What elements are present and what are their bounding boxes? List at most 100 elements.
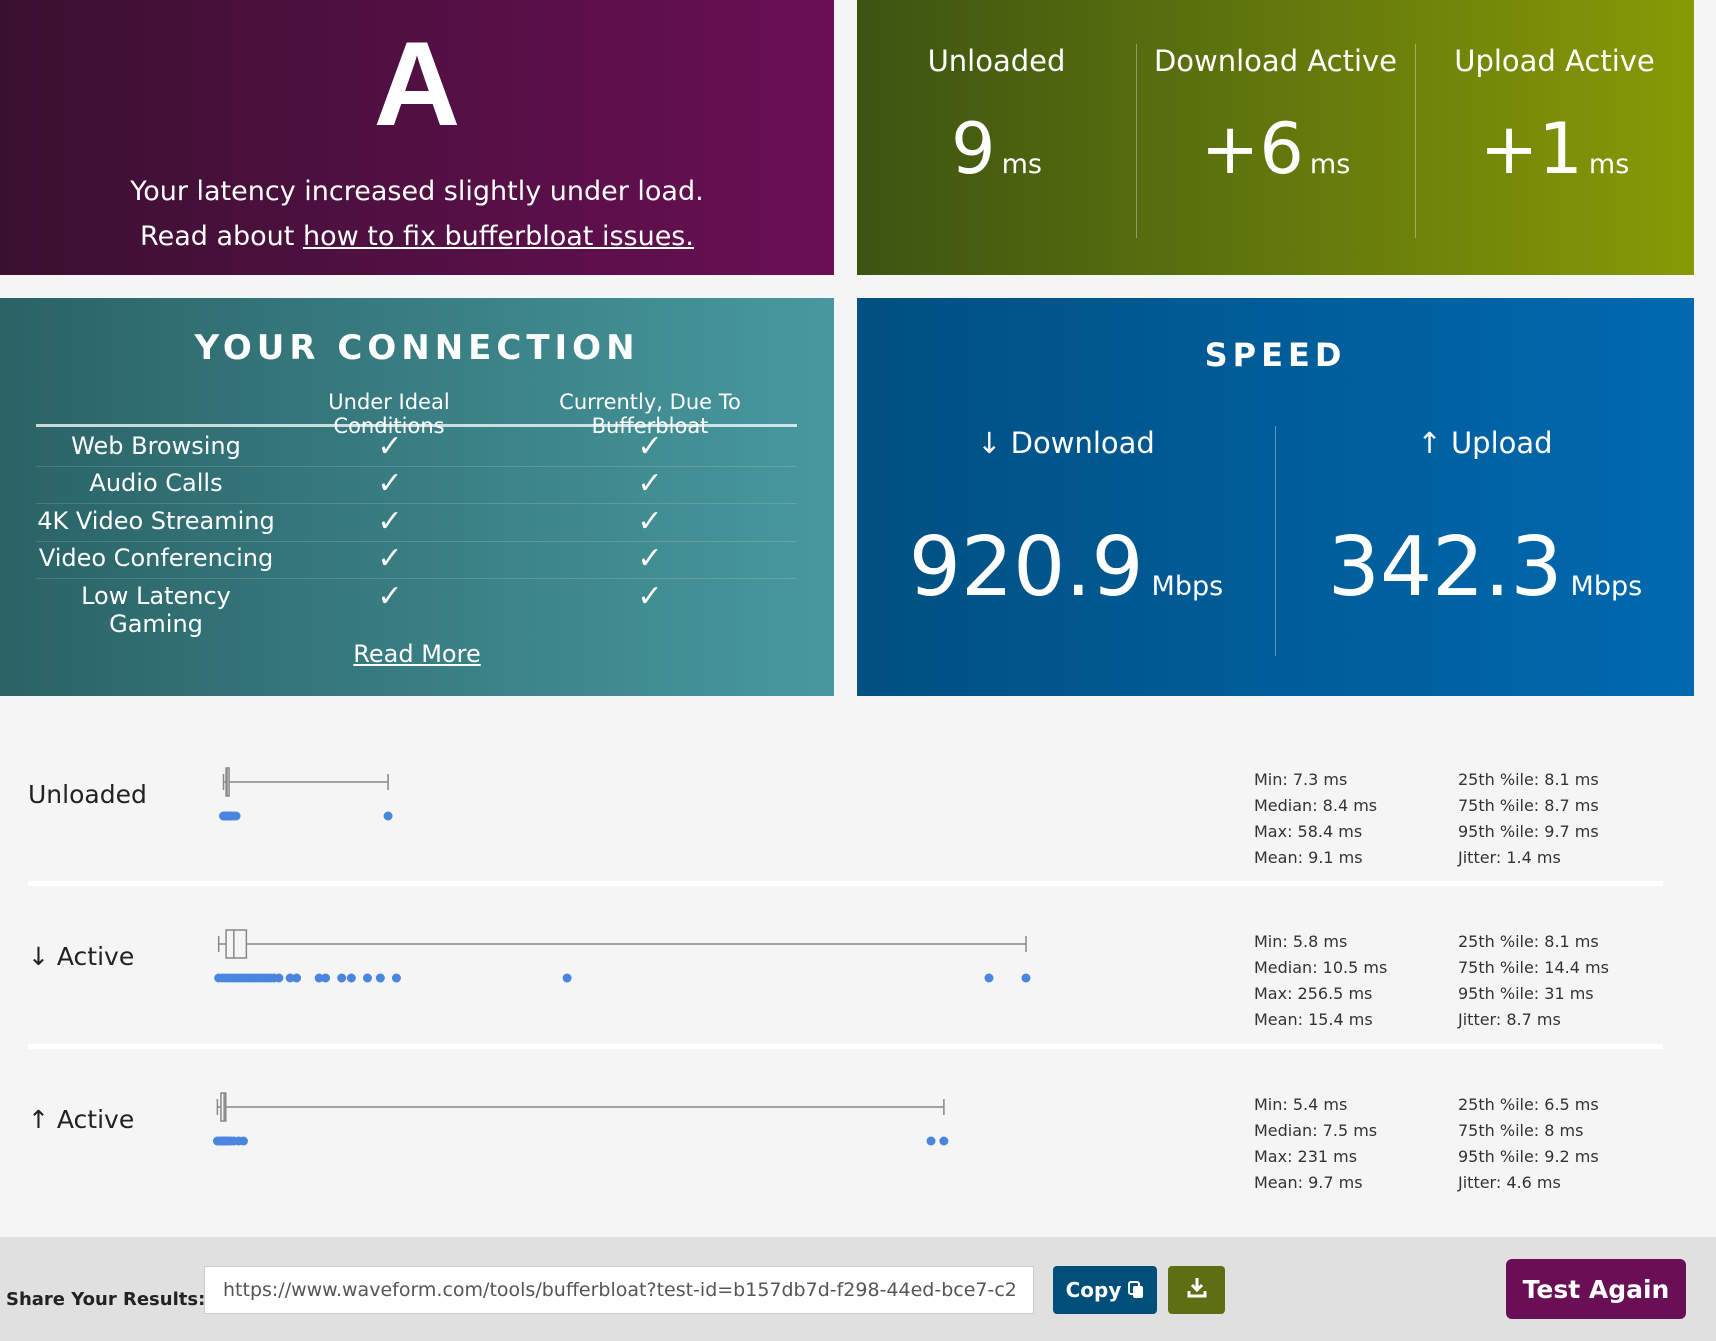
row-label: ↓ Active bbox=[28, 942, 135, 971]
download-icon bbox=[1186, 1278, 1208, 1303]
latency-label: Upload Active bbox=[1454, 44, 1655, 78]
connection-row-name: Video Conferencing bbox=[38, 544, 274, 572]
copy-icon bbox=[1128, 1278, 1144, 1302]
latency-upload-active: Upload Active +1 ms bbox=[1415, 0, 1694, 275]
stat-mean: Mean: 15.4 ms bbox=[1254, 1010, 1373, 1029]
stat-mean: Mean: 9.1 ms bbox=[1254, 848, 1363, 867]
latency-unit: ms bbox=[1309, 149, 1351, 180]
iqr-box bbox=[225, 929, 248, 959]
grade-read-line: Read about how to fix bufferbloat issues… bbox=[0, 221, 834, 252]
row-divider bbox=[28, 881, 1663, 886]
latency-number: +6 bbox=[1200, 108, 1304, 190]
latency-point bbox=[1021, 973, 1031, 983]
stat-p75: 75th %ile: 8 ms bbox=[1458, 1121, 1584, 1140]
latency-download-active: Download Active +6 ms bbox=[1136, 0, 1415, 275]
latency-row-download-active: ↓ Active Min: 5.8 ms Median: 10.5 ms Max… bbox=[28, 902, 1663, 1052]
check-icon: ✓ bbox=[377, 429, 403, 464]
latency-unit: ms bbox=[1588, 149, 1630, 180]
test-again-button[interactable]: Test Again bbox=[1506, 1259, 1686, 1319]
latency-point bbox=[238, 1136, 248, 1146]
stat-jitter: Jitter: 4.6 ms bbox=[1458, 1173, 1561, 1192]
latency-value: +1 ms bbox=[1415, 108, 1694, 190]
upload-value: 342.3 Mbps bbox=[1276, 520, 1694, 615]
download-results-button[interactable] bbox=[1168, 1266, 1225, 1314]
row-divider bbox=[28, 1044, 1663, 1049]
check-icon: ✓ bbox=[637, 504, 663, 539]
latency-point bbox=[362, 973, 372, 983]
latency-point bbox=[984, 973, 994, 983]
copy-button[interactable]: Copy bbox=[1053, 1266, 1157, 1314]
upload-speed: ↑ Upload 342.3 Mbps bbox=[1275, 426, 1694, 656]
connection-row-name: Web Browsing bbox=[71, 432, 241, 460]
latency-panel: Unloaded 9 ms Download Active +6 ms Upload… bbox=[857, 0, 1694, 275]
stat-min: Min: 7.3 ms bbox=[1254, 770, 1348, 789]
latency-unloaded: Unloaded 9 ms bbox=[857, 0, 1136, 275]
check-icon: ✓ bbox=[377, 504, 403, 539]
latency-boxplot-download bbox=[214, 929, 1031, 983]
header-divider bbox=[36, 424, 797, 427]
stat-p75: 75th %ile: 8.7 ms bbox=[1458, 796, 1599, 815]
latency-point bbox=[321, 973, 331, 983]
stat-mean: Mean: 9.7 ms bbox=[1254, 1173, 1363, 1192]
latency-point bbox=[391, 973, 401, 983]
latency-point bbox=[346, 973, 356, 983]
grade-letter: A bbox=[373, 17, 461, 151]
share-label: Share Your Results: bbox=[6, 1289, 206, 1310]
share-url-input[interactable] bbox=[204, 1266, 1034, 1314]
stat-min: Min: 5.8 ms bbox=[1254, 932, 1348, 951]
latency-unit: ms bbox=[1001, 149, 1042, 180]
stat-jitter: Jitter: 1.4 ms bbox=[1458, 848, 1561, 867]
stat-p95: 95th %ile: 9.7 ms bbox=[1458, 822, 1599, 841]
upload-number: 342.3 bbox=[1327, 520, 1563, 615]
upload-unit: Mbps bbox=[1570, 571, 1643, 602]
latency-point bbox=[375, 973, 385, 983]
stat-max: Max: 231 ms bbox=[1254, 1147, 1358, 1166]
latency-value: +6 ms bbox=[1136, 108, 1415, 190]
latency-point bbox=[926, 1136, 936, 1146]
latency-label: Unloaded bbox=[927, 44, 1066, 78]
connection-row-name: Low Latency Gaming bbox=[81, 582, 231, 638]
connection-title: YOUR CONNECTION bbox=[194, 328, 640, 368]
check-icon: ✓ bbox=[637, 579, 663, 614]
share-bar: Share Your Results: Copy Test Again bbox=[0, 1237, 1716, 1341]
connection-row-video-conferencing: Video Conferencing ✓ ✓ bbox=[36, 541, 797, 579]
latency-point bbox=[939, 1136, 949, 1146]
connection-row-name: 4K Video Streaming bbox=[37, 507, 275, 535]
stat-p25: 25th %ile: 8.1 ms bbox=[1458, 932, 1599, 951]
stat-p25: 25th %ile: 6.5 ms bbox=[1458, 1095, 1599, 1114]
bufferbloat-fix-link[interactable]: how to fix bufferbloat issues. bbox=[303, 221, 694, 252]
connection-row-gaming: Low Latency Gaming ✓ ✓ bbox=[36, 579, 797, 638]
grade-summary: Your latency increased slightly under lo… bbox=[130, 176, 704, 207]
iqr-box bbox=[220, 1092, 227, 1122]
latency-point bbox=[562, 973, 572, 983]
read-more-link[interactable]: Read More bbox=[0, 640, 834, 668]
grade-panel: A Your latency increased slightly under … bbox=[0, 0, 834, 275]
download-speed: ↓ Download 920.9 Mbps bbox=[857, 426, 1275, 615]
check-icon: ✓ bbox=[377, 579, 403, 614]
latency-label: Download Active bbox=[1153, 44, 1398, 78]
latency-boxplot-unloaded bbox=[219, 767, 393, 821]
download-value: 920.9 Mbps bbox=[857, 520, 1275, 615]
check-icon: ✓ bbox=[637, 429, 663, 464]
speed-title: SPEED bbox=[1204, 336, 1347, 374]
row-label: Unloaded bbox=[28, 780, 147, 809]
download-label: ↓ Download bbox=[977, 426, 1155, 460]
stat-median: Median: 8.4 ms bbox=[1254, 796, 1378, 815]
row-label: ↑ Active bbox=[28, 1105, 135, 1134]
stat-p75: 75th %ile: 14.4 ms bbox=[1458, 958, 1609, 977]
stat-jitter: Jitter: 8.7 ms bbox=[1458, 1010, 1561, 1029]
stat-max: Max: 58.4 ms bbox=[1254, 822, 1363, 841]
stat-p95: 95th %ile: 9.2 ms bbox=[1458, 1147, 1599, 1166]
check-icon: ✓ bbox=[377, 541, 403, 576]
latency-point bbox=[274, 973, 284, 983]
latency-point bbox=[231, 811, 241, 821]
connection-row-4k-video: 4K Video Streaming ✓ ✓ bbox=[36, 504, 797, 542]
latency-row-upload-active: ↑ Active Min: 5.4 ms Median: 7.5 ms Max:… bbox=[28, 1065, 1663, 1215]
latency-point bbox=[337, 973, 347, 983]
connection-row-audio-calls: Audio Calls ✓ ✓ bbox=[36, 466, 797, 504]
latency-boxplot-upload bbox=[212, 1092, 949, 1146]
latency-point bbox=[292, 973, 302, 983]
connection-panel: YOUR CONNECTION Under Ideal Conditions C… bbox=[0, 298, 834, 696]
stat-median: Median: 7.5 ms bbox=[1254, 1121, 1378, 1140]
check-icon: ✓ bbox=[377, 466, 403, 501]
